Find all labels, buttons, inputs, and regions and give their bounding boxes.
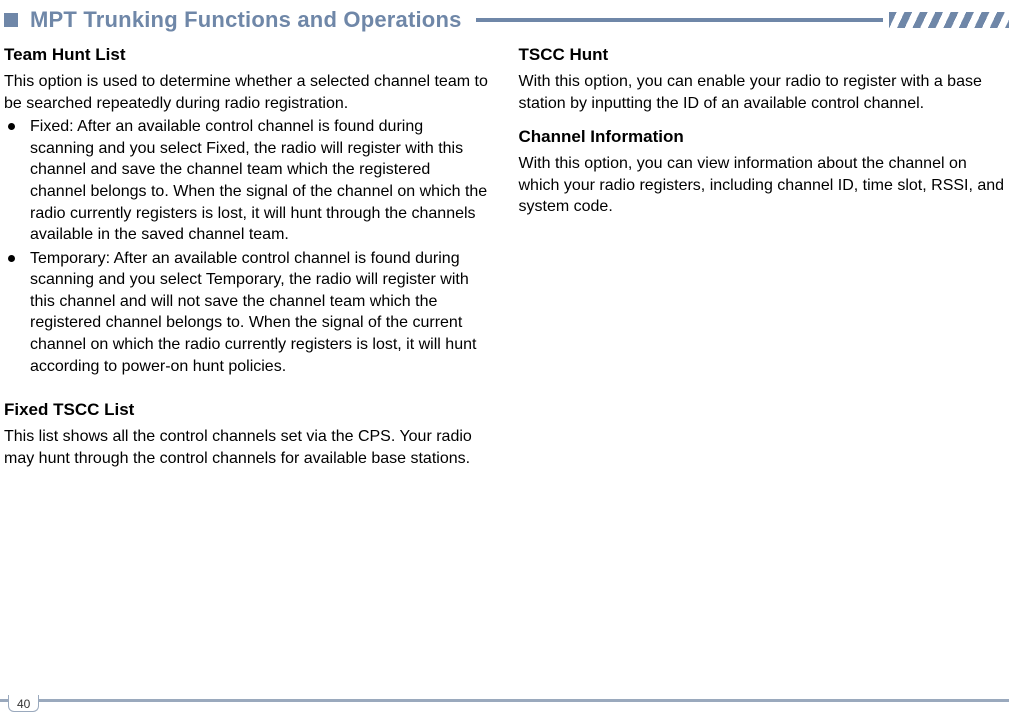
right-column: TSCC Hunt With this option, you can enab… (519, 44, 1006, 471)
left-column: Team Hunt List This option is used to de… (4, 44, 491, 471)
section-heading-channel-info: Channel Information (519, 126, 1006, 149)
section-heading-team-hunt: Team Hunt List (4, 44, 491, 67)
header-rule (476, 18, 883, 22)
list-item: Temporary: After an available control ch… (4, 248, 491, 378)
section-heading-fixed-tscc: Fixed TSCC List (4, 399, 491, 422)
page-footer: 40 (0, 692, 1009, 712)
bullet-list: Fixed: After an available control channe… (4, 116, 491, 377)
footer-rule (0, 699, 1009, 702)
paragraph: This list shows all the control channels… (4, 426, 491, 469)
list-item-text: Temporary: After an available control ch… (30, 250, 476, 375)
page-header: MPT Trunking Functions and Operations (0, 6, 1009, 34)
header-hatch-icon (889, 12, 1009, 28)
list-item-text: Fixed: After an available control channe… (30, 118, 487, 243)
paragraph: With this option, you can enable your ra… (519, 71, 1006, 114)
header-square-icon (4, 13, 18, 27)
page-title: MPT Trunking Functions and Operations (30, 7, 462, 33)
section-heading-tscc-hunt: TSCC Hunt (519, 44, 1006, 67)
paragraph: This option is used to determine whether… (4, 71, 491, 114)
page-number: 40 (8, 695, 39, 712)
list-item: Fixed: After an available control channe… (4, 116, 491, 246)
content-area: Team Hunt List This option is used to de… (0, 34, 1009, 471)
paragraph: With this option, you can view informati… (519, 153, 1006, 218)
